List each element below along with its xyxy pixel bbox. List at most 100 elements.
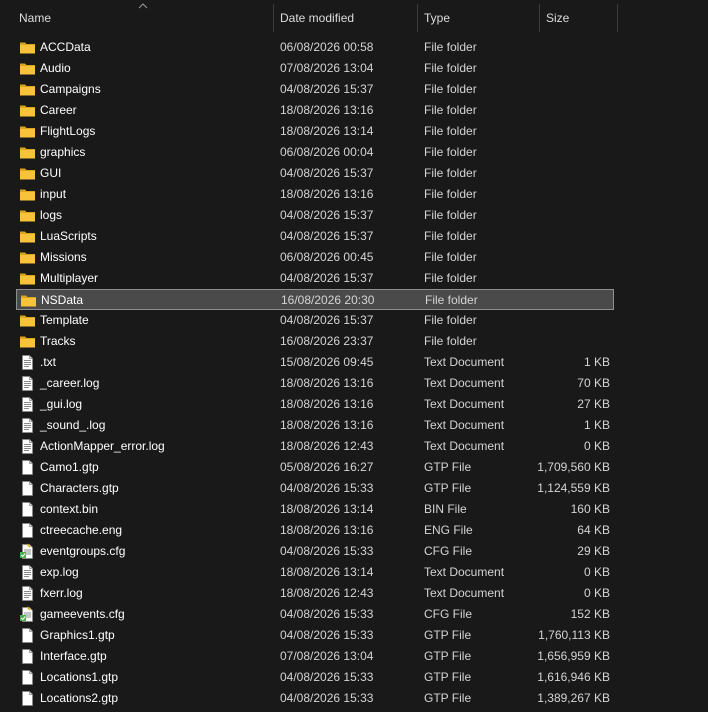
file-type: Text Document (424, 439, 505, 453)
file-row[interactable]: ActionMapper_error.log 18/08/2026 12:43 Te… (16, 436, 614, 457)
folder-icon (19, 207, 36, 224)
date-modified: 18/08/2026 13:16 (280, 103, 374, 117)
file-type: CFG File (424, 544, 472, 558)
folder-row[interactable]: graphics 06/08/2026 00:04 File folder (16, 142, 614, 163)
file-size: 1,709,560 KB (537, 460, 610, 474)
folder-row[interactable]: Template 04/08/2026 15:37 File folder (16, 310, 614, 331)
file-type: File folder (425, 293, 478, 307)
file-name: fxerr.log (40, 586, 83, 600)
folder-row[interactable]: NSData 16/08/2026 20:30 File folder (16, 289, 614, 310)
date-modified: 04/08/2026 15:33 (280, 607, 374, 621)
file-row[interactable]: Graphics1.gtp 04/08/2026 15:33 GTP File 1,7… (16, 625, 614, 646)
folder-icon (19, 270, 36, 287)
file-row[interactable]: Camo1.gtp 05/08/2026 16:27 GTP File 1,709,5… (16, 457, 614, 478)
folder-icon (19, 123, 36, 140)
folder-icon (19, 81, 36, 98)
folder-row[interactable]: Tracks 16/08/2026 23:37 File folder (16, 331, 614, 352)
file-size: 0 KB (583, 586, 610, 600)
file-type: Text Document (424, 397, 505, 411)
file-type: ENG File (424, 523, 473, 537)
folder-icon (19, 144, 36, 161)
date-modified: 18/08/2026 13:16 (280, 376, 374, 390)
file-row[interactable]: gameevents.cfg 04/08/2026 15:33 CFG File 15… (16, 604, 614, 625)
date-modified: 18/08/2026 12:43 (280, 439, 374, 453)
column-header-size[interactable]: Size (540, 4, 617, 32)
file-row[interactable]: context.bin 18/08/2026 13:14 BIN File 160 K… (16, 499, 614, 520)
date-modified: 04/08/2026 15:37 (280, 82, 374, 96)
file-row[interactable]: Characters.gtp 04/08/2026 15:33 GTP File 1,… (16, 478, 614, 499)
file-row[interactable]: _career.log 18/08/2026 13:16 Text Document… (16, 373, 614, 394)
file-name: .txt (40, 355, 57, 369)
file-row[interactable]: Locations1.gtp 04/08/2026 15:33 GTP File 1,… (16, 667, 614, 688)
file-row[interactable]: exp.log 18/08/2026 13:14 Text Document 0 KB (16, 562, 614, 583)
file-explorer: Name Date modified Type Size ACCData 06/0… (0, 0, 708, 712)
file-name: Career (40, 103, 77, 117)
file-row[interactable]: fxerr.log 18/08/2026 12:43 Text Document 0 … (16, 583, 614, 604)
date-modified: 04/08/2026 15:33 (280, 628, 374, 642)
blank-file-icon (19, 480, 36, 497)
date-modified: 07/08/2026 13:04 (280, 649, 374, 663)
text-document-icon (19, 417, 36, 434)
folder-row[interactable]: GUI 04/08/2026 15:37 File folder (16, 163, 614, 184)
file-type: File folder (424, 271, 477, 285)
column-header-bar: Name Date modified Type Size (0, 0, 708, 32)
file-name: ACCData (40, 40, 91, 54)
file-name: Characters.gtp (40, 481, 119, 495)
folder-row[interactable]: LuaScripts 04/08/2026 15:37 File folder (16, 226, 614, 247)
file-row[interactable]: eventgroups.cfg 04/08/2026 15:33 CFG File 2… (16, 541, 614, 562)
file-type: GTP File (424, 481, 472, 495)
blank-file-icon (19, 459, 36, 476)
file-name: context.bin (40, 502, 99, 516)
file-row[interactable]: Interface.gtp 07/08/2026 13:04 GTP File 1,6… (16, 646, 614, 667)
file-name: Missions (40, 250, 87, 264)
file-row[interactable]: _gui.log 18/08/2026 13:16 Text Document 27 … (16, 394, 614, 415)
folder-icon (19, 186, 36, 203)
file-row[interactable]: _sound_.log 18/08/2026 13:16 Text Document… (16, 415, 614, 436)
file-name: Audio (40, 61, 71, 75)
file-name: ctreecache.eng (40, 523, 123, 537)
folder-icon (19, 60, 36, 77)
folder-row[interactable]: logs 04/08/2026 15:37 File folder (16, 205, 614, 226)
date-modified: 07/08/2026 13:04 (280, 61, 374, 75)
file-row[interactable]: .txt 15/08/2026 09:45 Text Document 1 KB (16, 352, 614, 373)
folder-row[interactable]: Audio 07/08/2026 13:04 File folder (16, 58, 614, 79)
file-type: Text Document (424, 565, 505, 579)
file-name: Template (40, 313, 89, 327)
file-name: Locations2.gtp (40, 691, 119, 705)
file-row[interactable]: ctreecache.eng 18/08/2026 13:16 ENG File 64… (16, 520, 614, 541)
file-size: 1 KB (583, 355, 610, 369)
folder-row[interactable]: Multiplayer 04/08/2026 15:37 File folder (16, 268, 614, 289)
folder-row[interactable]: Career 18/08/2026 13:16 File folder (16, 100, 614, 121)
folder-icon (19, 228, 36, 245)
file-name: Locations1.gtp (40, 670, 119, 684)
folder-row[interactable]: FlightLogs 18/08/2026 13:14 File folder (16, 121, 614, 142)
file-type: Text Document (424, 376, 505, 390)
folder-row[interactable]: Missions 06/08/2026 00:45 File folder (16, 247, 614, 268)
date-modified: 18/08/2026 12:43 (280, 586, 374, 600)
file-row[interactable]: Locations2.gtp 04/08/2026 15:33 GTP File 1,… (16, 688, 614, 709)
file-size: 1,656,959 KB (537, 649, 610, 663)
folder-row[interactable]: ACCData 06/08/2026 00:58 File folder (16, 37, 614, 58)
column-divider[interactable] (617, 4, 618, 32)
file-name: logs (40, 208, 63, 222)
file-type: Text Document (424, 355, 505, 369)
blank-file-icon (19, 690, 36, 707)
date-modified: 06/08/2026 00:58 (280, 40, 374, 54)
blank-file-icon (19, 627, 36, 644)
folder-icon (19, 333, 36, 350)
file-name: _career.log (40, 376, 100, 390)
text-document-icon (19, 396, 36, 413)
column-header-type[interactable]: Type (418, 4, 539, 32)
folder-row[interactable]: Campaigns 04/08/2026 15:37 File folder (16, 79, 614, 100)
blank-file-icon (19, 522, 36, 539)
date-modified: 04/08/2026 15:33 (280, 691, 374, 705)
file-size: 0 KB (583, 439, 610, 453)
folder-icon (19, 312, 36, 329)
folder-row[interactable]: input 18/08/2026 13:16 File folder (16, 184, 614, 205)
file-name: Graphics1.gtp (40, 628, 115, 642)
folder-icon (20, 292, 37, 309)
file-type: CFG File (424, 607, 472, 621)
file-size: 64 KB (577, 523, 610, 537)
column-header-date[interactable]: Date modified (274, 4, 417, 32)
file-type: GTP File (424, 460, 472, 474)
